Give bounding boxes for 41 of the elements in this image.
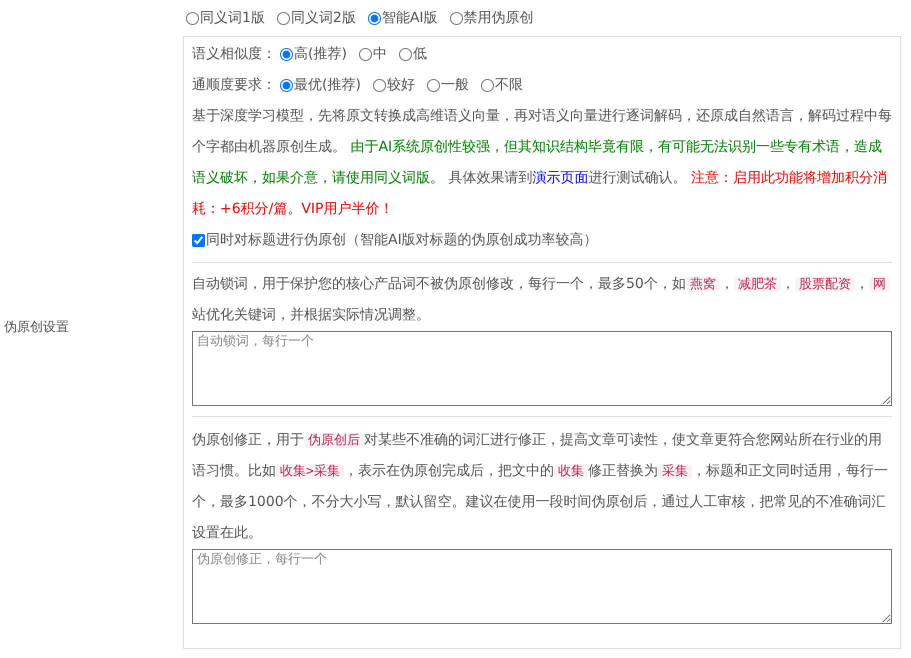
lock-words-field[interactable]: 自动锁词，每行一个 bbox=[192, 331, 892, 406]
option-label: 同义词1版 bbox=[200, 8, 265, 28]
code-term: 收集>采集 bbox=[276, 464, 344, 479]
radio-button[interactable] bbox=[186, 12, 199, 24]
option-label: 禁用伪原创 bbox=[464, 8, 534, 28]
option-label: 较好 bbox=[386, 76, 415, 95]
radio-button[interactable] bbox=[280, 48, 293, 61]
radio-button[interactable] bbox=[372, 79, 386, 92]
radio-button[interactable] bbox=[276, 12, 290, 24]
demo-link[interactable]: 演示页面 bbox=[532, 170, 588, 186]
code-term: 伪原创后 bbox=[304, 433, 364, 448]
lock-words-description: 自动锁词，用于保护您的核心产品词不被伪原创修改，每行一个，最多50个，如 燕窝 ， 减肥茶 ， 股票配资 ， 网 站优化关键词，并根据实际情况调整。 bbox=[192, 269, 892, 331]
radio-button[interactable] bbox=[480, 79, 494, 92]
option-label: 不限 bbox=[494, 76, 523, 95]
option-label: 低 bbox=[412, 45, 427, 64]
option-label: 智能AI版 bbox=[382, 8, 438, 28]
code-term: 股票配资 bbox=[794, 277, 855, 292]
radio-button[interactable] bbox=[426, 79, 440, 92]
option-label: 一般 bbox=[440, 76, 469, 95]
radio-button[interactable] bbox=[368, 12, 381, 24]
group-label: 语义相似度： bbox=[192, 45, 276, 64]
code-term: 网 bbox=[868, 277, 890, 292]
checkbox-label: 同时对标题进行伪原创（智能AI版对标题的伪原创成功率较高） bbox=[206, 231, 598, 250]
option-label: 中 bbox=[372, 45, 387, 64]
option-label: 高(推荐) bbox=[294, 45, 347, 64]
radio-button[interactable] bbox=[358, 48, 372, 61]
radio-button[interactable] bbox=[280, 79, 293, 92]
corrections-field[interactable]: 伪原创修正，每行一个 bbox=[192, 549, 892, 624]
code-term: 减肥茶 bbox=[734, 277, 781, 292]
setting-label: 伪原创设置 bbox=[4, 320, 69, 334]
ai-description: 基于深度学习模型，先将原文转换成高维语义向量，再对语义向量进行逐词解码，还原成自然语言，解码过程中每个字都由机器原创生成。 由于AI系统原创性较强，但其知识结构毕竟有限，有可能无法识别一些专有术语，造成语义破坏，如果介意，请使用同义词版。 具体效果请到演示页面进行测试确认。 注意：启用此功能将增加积分消耗：+6积分/篇。VIP用户半价！ bbox=[192, 107, 892, 219]
radio-button[interactable] bbox=[450, 12, 463, 24]
corrections-description: 伪原创修正，用于 伪原创后 对某些不准确的词汇进行修正，提高文章可读性，使文章更符合您网站所在行业的用语习惯。比如 收集>采集 ，表示在伪原创完成后，把文中的 收集 修正替换为 采集 ，标题和正文同时适用，每行一个，最多1000个，不分大小写，默认留空。建议在使用一段时间伪原创后，通过人工审核，把常见的不准确词汇设置在此。 bbox=[192, 431, 889, 543]
code-term: 燕窝 bbox=[686, 277, 720, 292]
option-label: 同义词2版 bbox=[290, 8, 356, 28]
code-term: 采集 bbox=[658, 464, 692, 479]
code-term: 收集 bbox=[554, 464, 588, 479]
option-label: 最优(推荐) bbox=[294, 76, 361, 95]
radio-button[interactable] bbox=[398, 48, 412, 61]
checkbox[interactable] bbox=[192, 234, 205, 247]
group-label: 通顺度要求： bbox=[192, 76, 276, 95]
